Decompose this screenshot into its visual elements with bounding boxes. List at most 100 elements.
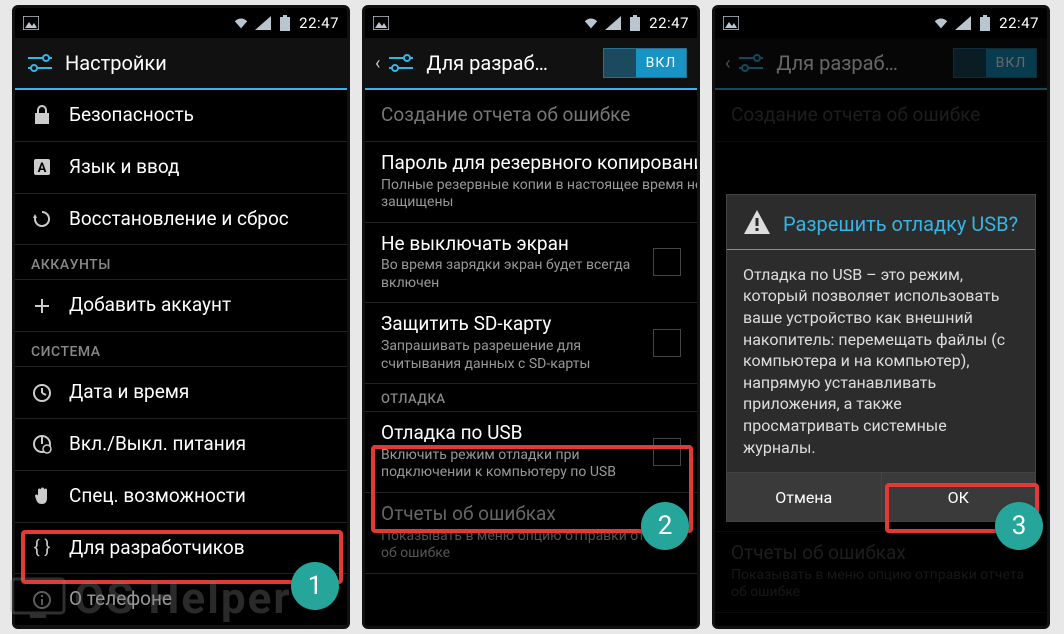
page-title: Для разраб… [776,51,943,75]
item-sub: Полные резервные копии в настоящее время… [381,177,697,212]
status-time: 22:47 [299,14,339,32]
picture-icon [23,16,39,30]
info-icon [31,589,53,611]
settings-item-security[interactable]: Безопасность [15,90,347,142]
item-label: Не выключать экран [381,233,637,256]
settings-item-power-schedule[interactable]: Вкл./Выкл. питания [15,419,347,471]
dialog-body: Отладка по USB – это режим, который позв… [727,250,1035,472]
item-usb-debugging[interactable]: Отладка по USB Включить режим отладки пр… [365,412,697,493]
settings-item-backup-reset[interactable]: Восстановление и сброс [15,194,347,246]
plus-icon [31,295,53,317]
item-label: Для разработчиков [69,537,331,560]
settings-item-date-time[interactable]: Дата и время [15,367,347,419]
item-label: Отчеты об ошибках [731,542,1031,565]
section-debug: ОТЛАДКА [365,384,697,412]
item-sub: Во время зарядки экран будет всегда вклю… [381,257,637,292]
page-title: Для разраб… [426,51,593,75]
settings-item-language[interactable]: A Язык и ввод [15,142,347,194]
item-label: Вкл./Выкл. питания [69,433,331,456]
item-label: Создание отчета об ошибке [731,104,1031,127]
wifi-icon [233,16,249,30]
phone-screen-2: 22:47 ‹ Для разраб… ВКЛ Создание отчета … [362,5,700,629]
item-label: Создание отчета об ошибке [381,104,681,127]
checkbox[interactable] [653,248,681,276]
item-backup-password[interactable]: Пароль для резервного копирования Полные… [365,142,697,223]
back-icon[interactable]: ‹ [375,53,380,74]
battery-icon [277,16,293,30]
dialog-ok-button[interactable]: ОК [882,473,1036,521]
picture-icon [723,16,739,30]
status-time: 22:47 [999,14,1039,32]
item-label: Язык и ввод [69,156,331,179]
restore-icon [31,208,53,230]
hand-icon [31,485,53,507]
warning-icon [743,209,771,239]
item-label: Спец. возможности [69,485,331,508]
item-label: Дата и время [69,381,331,404]
dev-options-toggle: ВКЛ [953,48,1037,78]
battery-icon [977,16,993,30]
settings-list[interactable]: Безопасность A Язык и ввод Восстановлени… [15,90,347,626]
checkbox[interactable] [653,329,681,357]
settings-sliders-icon [736,51,766,75]
header-bar: ‹ Для разраб… ВКЛ [365,38,697,90]
dev-options-list[interactable]: Создание отчета об ошибке Пароль для рез… [365,90,697,626]
checkbox[interactable] [653,438,681,466]
section-accounts: АККАУНТЫ [15,245,347,280]
item-stay-awake[interactable]: Не выключать экран Во время зарядки экра… [365,223,697,304]
item-label: О телефоне [69,588,331,611]
item-bug-report[interactable]: Создание отчета об ошибке [365,90,697,142]
svg-text:A: A [38,161,47,176]
item-protect-sd[interactable]: Защитить SD-карту Запрашивать разрешение… [365,303,697,384]
header-bar: Настройки [15,38,347,90]
picture-icon [373,16,389,30]
page-title: Настройки [65,51,337,75]
back-icon: ‹ [725,53,730,74]
header-bar: ‹ Для разраб… ВКЛ [715,38,1047,90]
dialog-cancel-button[interactable]: Отмена [727,473,882,521]
item-sub: Показывать в меню опцию отправки отчета … [381,528,681,563]
settings-item-add-account[interactable]: Добавить аккаунт [15,280,347,332]
clock-icon [31,382,53,404]
item-label: Защитить SD-карту [381,313,637,336]
phone-screen-3: 22:47 ‹ Для разраб… ВКЛ Создание отчета … [712,5,1050,629]
status-bar: 22:47 [15,8,347,38]
wifi-icon [583,16,599,30]
status-time: 22:47 [649,14,689,32]
settings-sliders-icon [386,51,416,75]
settings-item-accessibility[interactable]: Спец. возможности [15,471,347,523]
settings-item-about-phone[interactable]: О телефоне [15,574,347,626]
toggle-label: ВКЛ [986,49,1036,77]
phone-screen-1: 22:47 Настройки Безопасность A Язык и вв… [12,5,350,629]
braces-icon: { } [31,537,53,559]
signal-icon [255,16,271,30]
item-label: Безопасность [69,104,331,127]
item-label: Добавить аккаунт [69,294,331,317]
settings-item-developer-options[interactable]: { } Для разработчиков [15,523,347,575]
wifi-icon [933,16,949,30]
item-label: Пароль для резервного копирования [381,152,697,175]
item-label: Отладка по USB [381,422,637,445]
item-sub: Включить режим отладки при подключении к… [381,447,637,482]
status-bar: 22:47 [365,8,697,38]
dialog-title: Разрешить отладку USB? [783,212,1018,236]
language-icon: A [31,156,53,178]
toggle-label: ВКЛ [636,49,686,77]
status-bar: 22:47 [715,8,1047,38]
section-system: СИСТЕМА [15,332,347,367]
item-error-reports[interactable]: Отчеты об ошибках Показывать в меню опци… [365,493,697,574]
power-schedule-icon [31,433,53,455]
usb-debug-dialog: Разрешить отладку USB? Отладка по USB – … [726,194,1036,522]
item-sub: Показывать в меню опцию отправки отчета … [731,567,1031,602]
item-label: Отчеты об ошибках [381,503,681,526]
battery-icon [627,16,643,30]
item-sub: Запрашивать разрешение для считывания да… [381,338,637,373]
item-bug-report: Создание отчета об ошибке [715,90,1047,142]
dev-options-toggle[interactable]: ВКЛ [603,48,687,78]
signal-icon [955,16,971,30]
item-label: Восстановление и сброс [69,208,331,231]
settings-sliders-icon [25,51,55,75]
item-error-reports: Отчеты об ошибках Показывать в меню опци… [715,532,1047,613]
signal-icon [605,16,621,30]
lock-icon [31,104,53,126]
